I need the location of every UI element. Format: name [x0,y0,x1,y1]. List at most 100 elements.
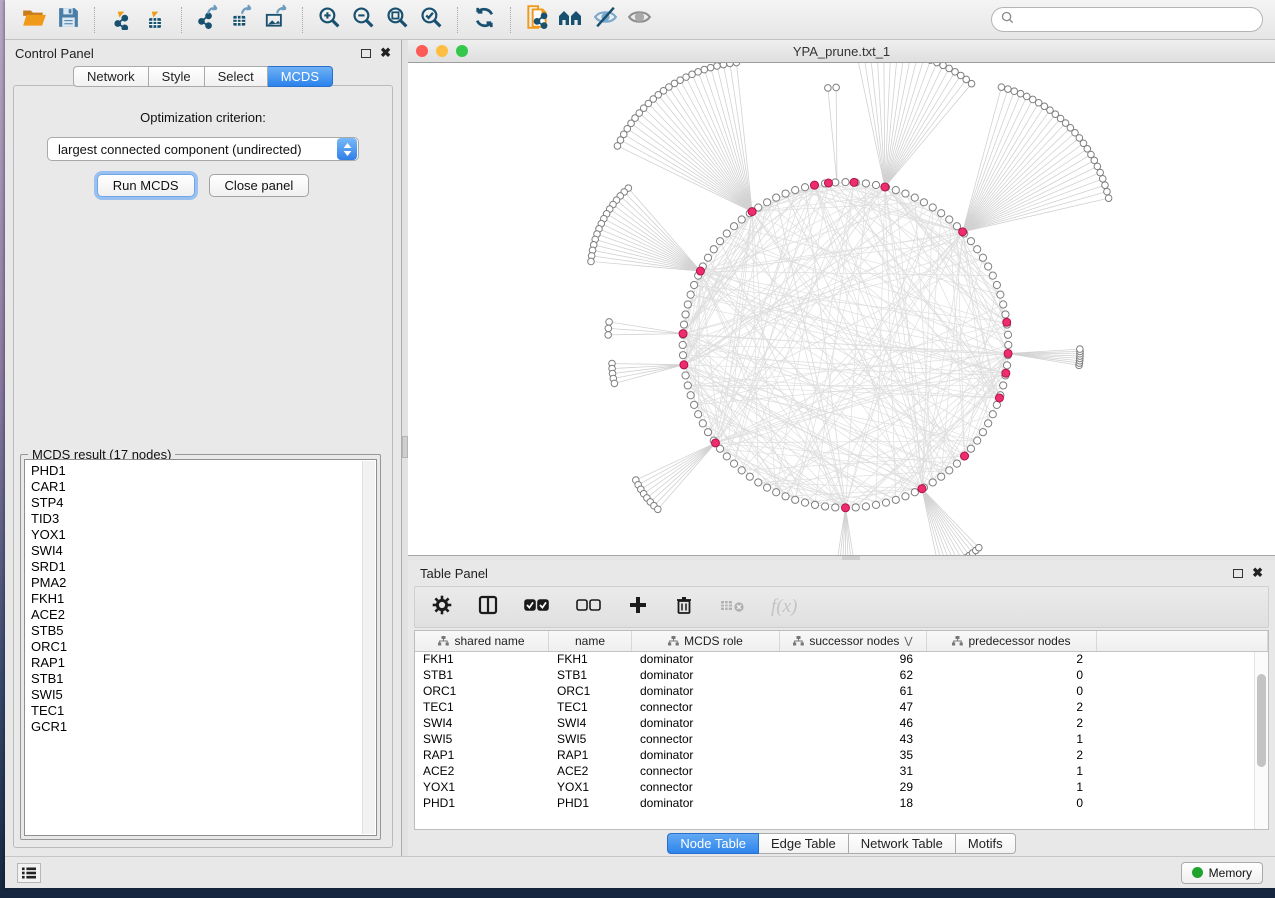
network-node[interactable] [1004,331,1011,338]
network-node[interactable] [792,187,799,194]
network-node[interactable] [763,199,770,206]
network-node[interactable] [1005,341,1012,348]
mcds-result-item[interactable]: ACE2 [31,607,376,623]
network-node[interactable] [852,504,859,511]
network-node[interactable] [588,258,595,265]
network-graph[interactable] [408,63,1275,555]
network-node[interactable] [773,489,780,496]
network-node[interactable] [911,489,918,496]
network-node[interactable] [720,63,727,68]
network-node[interactable] [1105,195,1112,202]
memory-button[interactable]: Memory [1181,862,1263,884]
float-panel-icon[interactable] [361,49,371,58]
network-node[interactable] [707,64,714,71]
network-node[interactable] [989,272,996,279]
search-box[interactable] [991,7,1263,32]
mcds-node[interactable] [961,452,969,460]
network-node[interactable] [842,179,849,186]
mcds-node[interactable] [850,178,858,186]
network-node[interactable] [1017,90,1024,97]
network-node[interactable] [782,190,789,197]
network-node[interactable] [1102,182,1109,189]
export-image-button[interactable] [259,5,293,35]
network-node[interactable] [979,254,986,261]
network-node[interactable] [782,493,789,500]
network-node[interactable] [993,281,1000,288]
network-node[interactable] [738,216,745,223]
network-node[interactable] [730,223,737,230]
refresh-button[interactable] [467,5,501,35]
mcds-node[interactable] [1004,349,1012,357]
mcds-result-item[interactable]: ORC1 [31,639,376,655]
network-node[interactable] [684,301,691,308]
mcds-result-item[interactable]: RAP1 [31,655,376,671]
mcds-node[interactable] [711,439,719,447]
network-node[interactable] [1097,169,1104,176]
mcds-result-item[interactable]: GCR1 [31,719,376,735]
clone-network-button[interactable] [520,5,554,35]
network-node[interactable] [611,380,618,387]
zoom-fit-button[interactable] [380,5,414,35]
network-node[interactable] [1077,346,1084,353]
mcds-node[interactable] [995,394,1003,402]
deselect-all-button[interactable] [575,594,603,621]
vertical-splitter[interactable] [401,40,408,856]
network-node[interactable] [929,204,936,211]
show-all-button[interactable] [622,5,656,35]
open-file-button[interactable] [17,5,51,35]
network-node[interactable] [946,216,953,223]
network-node[interactable] [679,341,686,348]
mcds-result-item[interactable]: FKH1 [31,591,376,607]
table-close-icon[interactable]: ✖ [1252,568,1263,578]
network-node[interactable] [825,85,832,92]
network-node[interactable] [989,411,996,418]
mcds-node[interactable] [680,361,688,369]
column-header-name[interactable]: name [549,631,632,651]
table-mode-button[interactable] [431,594,453,621]
mcds-result-item[interactable]: SWI4 [31,543,376,559]
hide-selected-button[interactable] [588,5,622,35]
network-node[interactable] [1000,301,1007,308]
network-node[interactable] [710,246,717,253]
network-node[interactable] [934,63,941,66]
network-node[interactable] [716,238,723,245]
table-row[interactable]: RAP1RAP1dominator352 [415,748,1268,764]
network-node[interactable] [974,246,981,253]
network-node[interactable] [801,499,808,506]
mcds-node[interactable] [1003,318,1011,326]
search-input[interactable] [1019,13,1253,27]
horizontal-splitter-handle[interactable] [842,556,860,560]
network-node[interactable] [946,467,953,474]
network-node[interactable] [833,84,840,91]
network-node[interactable] [792,496,799,503]
mcds-result-item[interactable]: PHD1 [31,463,376,479]
table-row[interactable]: YOX1YOX1connector291 [415,780,1268,796]
network-node[interactable] [801,184,808,191]
network-node[interactable] [606,319,613,326]
network-node[interactable] [746,473,753,480]
tab-style[interactable]: Style [149,66,205,87]
network-node[interactable] [1099,175,1106,182]
network-node[interactable] [938,210,945,217]
mcds-result-item[interactable]: TID3 [31,511,376,527]
mcds-node[interactable] [959,228,967,236]
network-node[interactable] [763,484,770,491]
close-panel-button[interactable]: Close panel [209,174,310,197]
network-node[interactable] [832,504,839,511]
mcds-node[interactable] [842,504,850,512]
network-node[interactable] [902,190,909,197]
network-node[interactable] [985,420,992,427]
mcds-result-item[interactable]: SWI5 [31,687,376,703]
mcds-node[interactable] [824,179,832,187]
table-scrollbar-thumb[interactable] [1257,674,1266,767]
network-node[interactable] [695,411,702,418]
mcds-result-item[interactable]: SRD1 [31,559,376,575]
network-node[interactable] [882,499,889,506]
column-header-shared-name[interactable]: shared name [415,631,549,651]
network-node[interactable] [733,63,740,66]
export-network-button[interactable] [191,5,225,35]
network-node[interactable] [1011,88,1018,95]
mcds-result-item[interactable]: STB5 [31,623,376,639]
network-node[interactable] [1002,311,1009,318]
column-header-successor-nodes[interactable]: successor nodes⋁ [780,631,927,651]
